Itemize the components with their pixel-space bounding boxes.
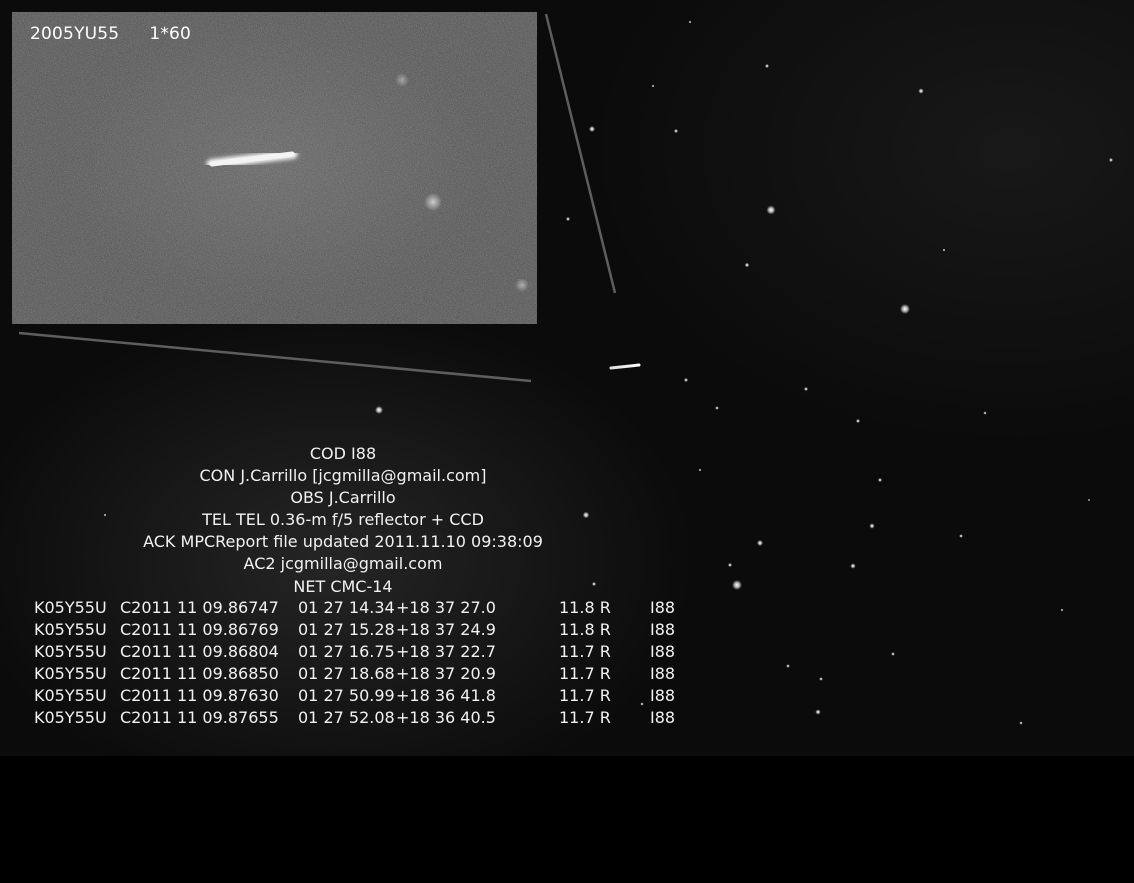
header-line-observer: OBS J.Carrillo — [290, 488, 396, 508]
observation-row: K05Y55U C2011 11 09.87630 01 27 50.99 +1… — [34, 685, 675, 707]
observation-table: K05Y55U C2011 11 09.86747 01 27 14.34 +1… — [34, 597, 675, 729]
obs-dec: +18 36 41.8 — [396, 686, 496, 705]
header-line-contact: CON J.Carrillo [jcgmilla@gmail.com] — [199, 466, 487, 486]
obs-designation: K05Y55U — [34, 620, 107, 639]
obs-ra: 01 27 50.99 — [298, 686, 395, 705]
header-line-acknowledgement: ACK MPCReport file updated 2011.11.10 09… — [143, 532, 543, 552]
inset-image — [12, 12, 537, 324]
obs-date: C2011 11 09.86804 — [120, 642, 279, 661]
header-line-ac2: AC2 jcgmilla@gmail.com — [243, 554, 443, 574]
obs-dec: +18 37 20.9 — [396, 664, 496, 683]
obs-date: C2011 11 09.87630 — [120, 686, 279, 705]
obs-date: C2011 11 09.87655 — [120, 708, 279, 727]
obs-designation: K05Y55U — [34, 708, 107, 727]
zoom-inset: 2005YU55 1*60 — [12, 12, 537, 324]
obs-magnitude: 11.7 R — [559, 664, 611, 683]
obs-observatory-code: I88 — [650, 598, 676, 617]
obs-dec: +18 36 40.5 — [396, 708, 496, 727]
observation-row: K05Y55U C2011 11 09.87655 01 27 52.08 +1… — [34, 707, 675, 729]
obs-designation: K05Y55U — [34, 598, 107, 617]
header-line-net: NET CMC-14 — [293, 576, 393, 596]
observation-row: K05Y55U C2011 11 09.86747 01 27 14.34 +1… — [34, 597, 675, 619]
obs-ra: 01 27 52.08 — [298, 708, 395, 727]
obs-dec: +18 37 22.7 — [396, 642, 496, 661]
obs-observatory-code: I88 — [650, 620, 676, 639]
obs-observatory-code: I88 — [650, 686, 676, 705]
mpc-report-header: COD I88 CON J.Carrillo [jcgmilla@gmail.c… — [0, 443, 686, 598]
obs-designation: K05Y55U — [34, 642, 107, 661]
obs-magnitude: 11.7 R — [559, 708, 611, 727]
observation-row: K05Y55U C2011 11 09.86804 01 27 16.75 +1… — [34, 641, 675, 663]
inset-star — [424, 193, 442, 211]
inset-star — [515, 278, 529, 292]
obs-date: C2011 11 09.86769 — [120, 620, 279, 639]
obs-date: C2011 11 09.86747 — [120, 598, 279, 617]
obs-ra: 01 27 18.68 — [298, 664, 395, 683]
header-line-telescope: TEL TEL 0.36-m f/5 reflector + CCD — [202, 510, 484, 530]
exposure-label: 1*60 — [149, 24, 192, 44]
obs-magnitude: 11.8 R — [559, 598, 611, 617]
observation-row: K05Y55U C2011 11 09.86850 01 27 18.68 +1… — [34, 663, 675, 685]
obs-designation: K05Y55U — [34, 686, 107, 705]
observation-row: K05Y55U C2011 11 09.86769 01 27 15.28 +1… — [34, 619, 675, 641]
obs-magnitude: 11.7 R — [559, 642, 611, 661]
inset-caption: 2005YU55 1*60 — [30, 24, 221, 44]
inset-noise — [12, 12, 537, 324]
inset-star — [395, 73, 409, 87]
obs-designation: K05Y55U — [34, 664, 107, 683]
obs-date: C2011 11 09.86850 — [120, 664, 279, 683]
obs-dec: +18 37 24.9 — [396, 620, 496, 639]
obs-magnitude: 11.7 R — [559, 686, 611, 705]
header-line-observatory-code: COD I88 — [309, 444, 377, 463]
obs-magnitude: 11.8 R — [559, 620, 611, 639]
obs-observatory-code: I88 — [650, 664, 676, 683]
leader-line-top — [544, 13, 617, 294]
object-designation: 2005YU55 — [30, 24, 120, 44]
obs-ra: 01 27 15.28 — [298, 620, 395, 639]
leader-line-bottom — [18, 331, 532, 383]
obs-observatory-code: I88 — [650, 642, 676, 661]
obs-dec: +18 37 27.0 — [396, 598, 496, 617]
obs-ra: 01 27 16.75 — [298, 642, 395, 661]
obs-ra: 01 27 14.34 — [298, 598, 395, 617]
obs-observatory-code: I88 — [650, 708, 676, 727]
